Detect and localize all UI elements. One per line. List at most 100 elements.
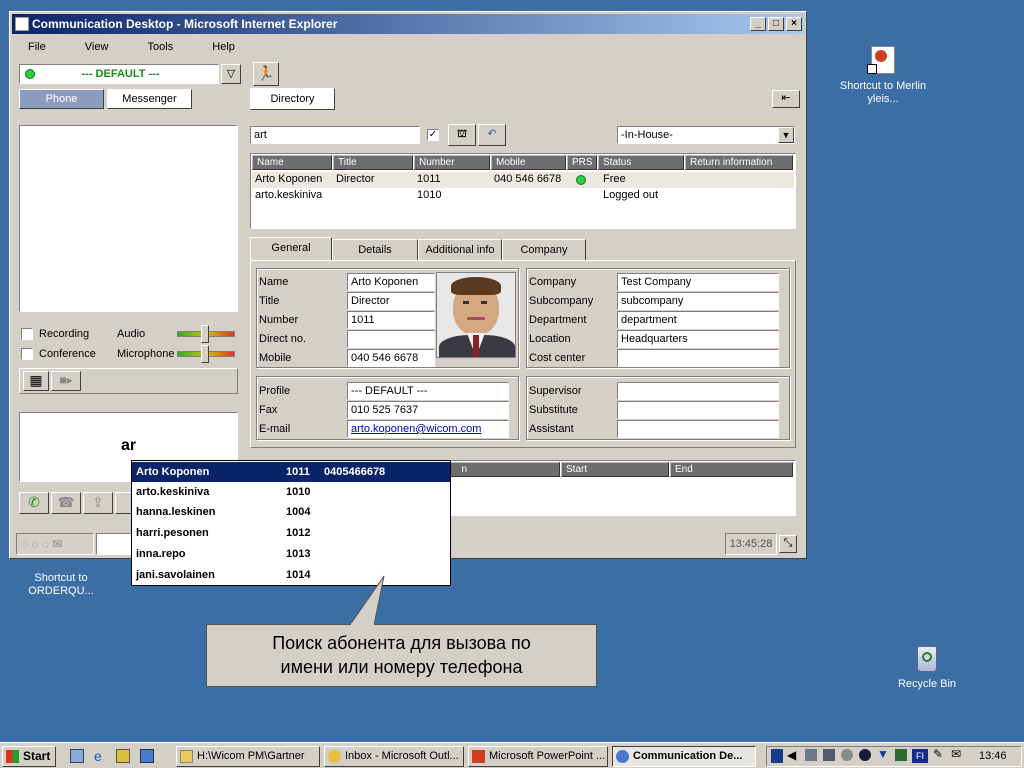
menu-view[interactable]: View xyxy=(85,41,109,53)
assistant-field[interactable] xyxy=(617,420,779,438)
app-quicklaunch-icon[interactable] xyxy=(116,749,130,763)
fax-field[interactable]: 010 525 7637 xyxy=(347,401,509,419)
direct-no-field[interactable] xyxy=(347,330,435,348)
profile-dropdown-button[interactable]: ▽ xyxy=(221,64,241,84)
col-end[interactable]: End xyxy=(670,462,793,477)
email-link[interactable]: arto.koponen@wicom.com xyxy=(347,420,509,438)
subcompany-field[interactable]: subcompany xyxy=(617,292,779,310)
name-field[interactable]: Arto Koponen xyxy=(347,273,435,291)
scope-dropdown-arrow-icon[interactable]: ▼ xyxy=(778,127,794,143)
supervisor-field[interactable] xyxy=(617,382,779,400)
close-button[interactable]: × xyxy=(786,17,802,31)
title-field[interactable]: Director xyxy=(347,292,435,310)
tab-messenger[interactable]: Messenger xyxy=(107,89,192,109)
globe-icon[interactable] xyxy=(841,749,853,761)
start-button[interactable]: Start xyxy=(2,746,56,767)
menu-file[interactable]: File xyxy=(28,41,46,53)
answer-call-button[interactable]: ✆ xyxy=(19,492,49,514)
list-item[interactable]: harri.pesonen 1012 xyxy=(132,523,450,543)
task-outlook-inbox[interactable]: Inbox - Microsoft Outl... xyxy=(324,746,464,767)
volume-icon[interactable]: ◀ xyxy=(787,748,796,762)
video-camera-button[interactable]: ■▸ xyxy=(51,371,81,391)
desktop-icon-merlin[interactable]: ↗ Shortcut to Merlin yleis... xyxy=(838,44,928,106)
window-titlebar[interactable]: Communication Desktop - Microsoft Intern… xyxy=(12,14,804,34)
system-tray: ◀ ▼ FI ✎ ✉ 13:46 xyxy=(766,746,1022,767)
pen-icon[interactable]: ✎ xyxy=(933,747,943,761)
antenna-icon[interactable]: ▼ xyxy=(877,747,889,761)
maximize-button[interactable]: □ xyxy=(768,17,784,31)
col-start[interactable]: Start xyxy=(561,462,669,477)
binoculars-search-button[interactable]: ⛫ xyxy=(448,124,476,146)
dial-input[interactable]: ar xyxy=(20,437,237,455)
company-field[interactable]: Test Company xyxy=(617,273,779,291)
tab-additional-info[interactable]: Additional info xyxy=(418,239,502,261)
monitor-icon[interactable] xyxy=(823,749,835,761)
hangup-call-button[interactable]: ☎ xyxy=(51,492,81,514)
profile-field[interactable]: --- DEFAULT --- xyxy=(347,382,509,400)
tray-clock[interactable]: 13:46 xyxy=(979,750,1007,762)
scope-select[interactable]: -In-House- ▼ xyxy=(617,126,795,144)
resize-grip-button[interactable]: ⤡ xyxy=(779,535,797,553)
mail-icon[interactable]: ✉ xyxy=(951,747,961,761)
transfer-call-button[interactable]: ⇪ xyxy=(83,492,113,514)
tab-general[interactable]: General xyxy=(250,237,332,261)
tools-icon[interactable] xyxy=(895,749,907,761)
ie-quicklaunch-icon[interactable]: e xyxy=(94,748,102,764)
tab-company[interactable]: Company xyxy=(502,239,586,261)
audio-slider-knob[interactable] xyxy=(201,325,209,343)
email-label: E-mail xyxy=(259,423,291,435)
keypad-button[interactable]: ▦ xyxy=(23,371,49,391)
shield-icon[interactable] xyxy=(771,749,783,763)
task-powerpoint[interactable]: Microsoft PowerPoint ... xyxy=(468,746,608,767)
dock-panel-button[interactable]: ⇤ xyxy=(772,90,800,108)
undo-search-button[interactable]: ↶ xyxy=(478,124,506,146)
col-return-information[interactable]: Return information xyxy=(685,155,793,170)
desktop-icon-recycle-bin[interactable]: Recycle Bin xyxy=(882,642,972,691)
list-item[interactable]: Arto Koponen 1011 0405466678 xyxy=(132,462,450,482)
profile-select[interactable]: --- DEFAULT --- xyxy=(19,64,219,84)
running-man-button[interactable]: 🏃 xyxy=(253,62,279,86)
directory-search-input[interactable]: art xyxy=(250,126,420,144)
substitute-field[interactable] xyxy=(617,401,779,419)
outlook-quicklaunch-icon[interactable] xyxy=(140,749,154,763)
conference-label: Conference xyxy=(39,348,96,360)
col-status[interactable]: Status xyxy=(598,155,684,170)
location-label: Location xyxy=(529,333,571,345)
status-bar-field xyxy=(96,533,136,555)
recording-checkbox[interactable] xyxy=(21,328,33,340)
menu-tools[interactable]: Tools xyxy=(148,41,174,53)
profile-label: Profile xyxy=(259,385,291,397)
task-wicom-folder[interactable]: H:\Wicom PM\Gartner xyxy=(176,746,320,767)
list-item[interactable]: hanna.leskinen 1004 xyxy=(132,502,450,522)
microphone-slider-knob[interactable] xyxy=(201,345,209,363)
task-communication-desktop[interactable]: Communication De... xyxy=(612,746,756,767)
conference-checkbox[interactable] xyxy=(21,348,33,360)
network-icon[interactable] xyxy=(805,749,817,761)
tab-directory[interactable]: Directory xyxy=(250,88,335,110)
department-field[interactable]: department xyxy=(617,311,779,329)
number-field[interactable]: 1011 xyxy=(347,311,435,329)
menu-help[interactable]: Help xyxy=(212,41,235,53)
col-name[interactable]: Name xyxy=(252,155,332,170)
desktop-icon-orderqu[interactable]: Shortcut to ORDERQU... xyxy=(16,558,106,598)
list-item[interactable]: inna.repo 1013 xyxy=(132,544,450,564)
table-row[interactable]: Arto Koponen Director 1011 040 546 6678 … xyxy=(252,172,794,188)
cost-center-field[interactable] xyxy=(617,349,779,367)
show-desktop-icon[interactable] xyxy=(70,749,84,763)
microphone-label: Microphone xyxy=(117,348,175,360)
tab-details[interactable]: Details xyxy=(332,239,418,261)
col-number[interactable]: Number xyxy=(414,155,490,170)
mobile-field[interactable]: 040 546 6678 xyxy=(347,349,435,367)
list-item[interactable]: arto.keskiniva 1010 xyxy=(132,482,450,502)
list-item[interactable]: jani.savolainen 1014 xyxy=(132,565,450,585)
location-field[interactable]: Headquarters xyxy=(617,330,779,348)
language-indicator[interactable]: FI xyxy=(912,749,928,763)
col-prs[interactable]: PRS xyxy=(567,155,597,170)
col-mobile[interactable]: Mobile xyxy=(491,155,566,170)
table-row[interactable]: arto.keskiniva 1010 Logged out xyxy=(252,188,794,204)
minimize-button[interactable]: _ xyxy=(750,17,766,31)
search-option-checkbox[interactable]: ✓ xyxy=(427,129,439,141)
tab-phone[interactable]: Phone xyxy=(19,89,104,109)
moon-icon[interactable] xyxy=(859,749,871,761)
col-title[interactable]: Title xyxy=(333,155,413,170)
